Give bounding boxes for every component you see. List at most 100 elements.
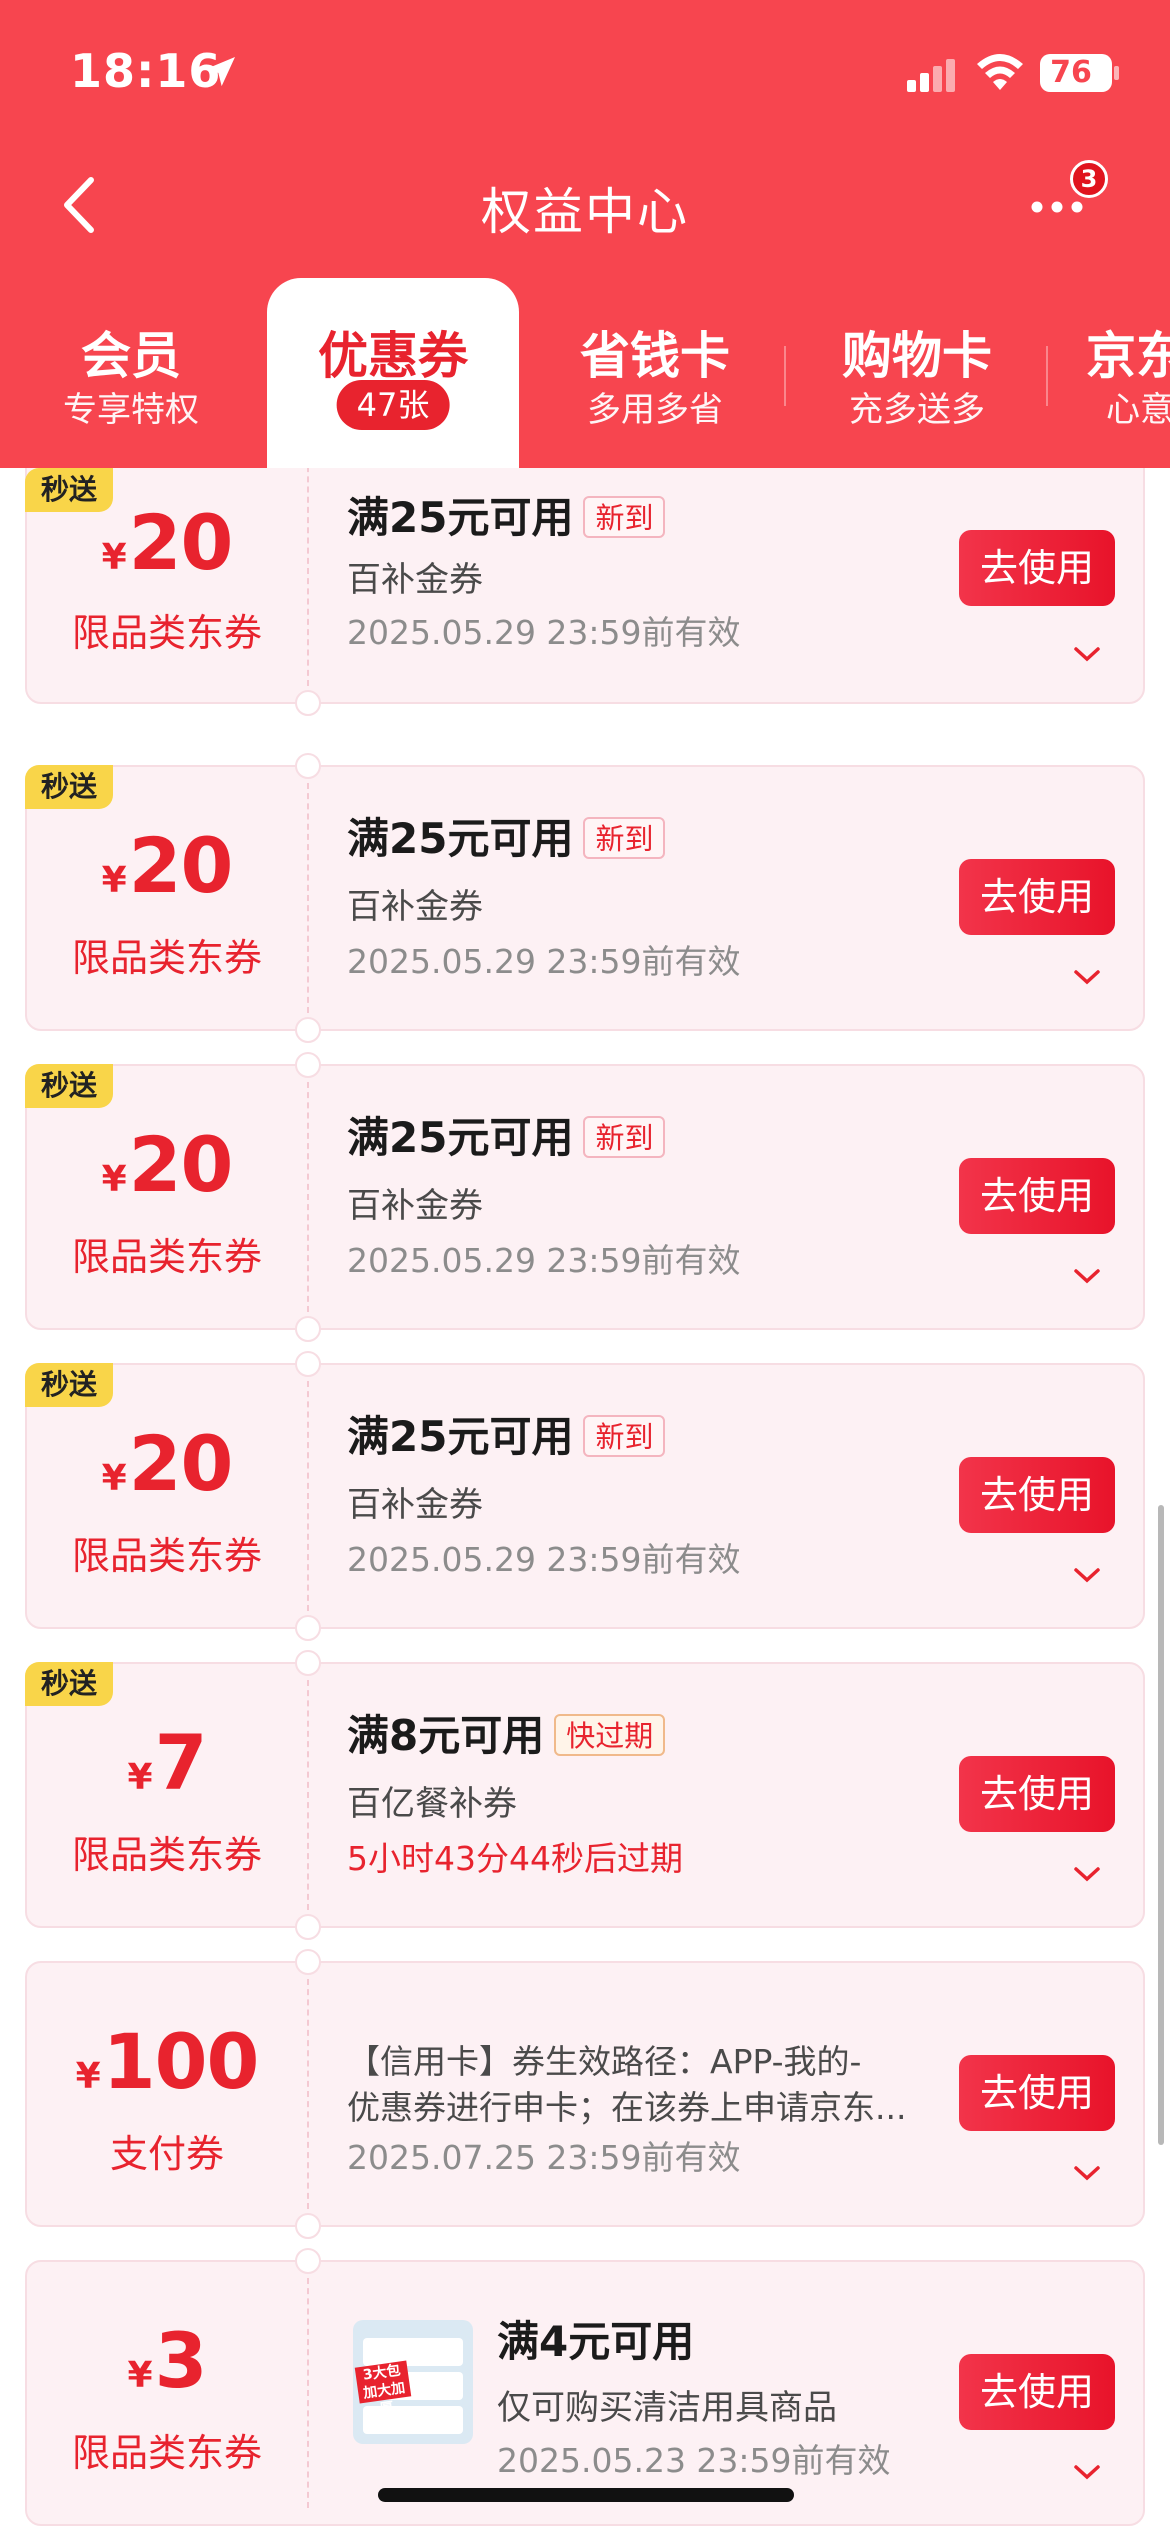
coupon-name: 百亿餐补券 <box>347 1784 517 1824</box>
tab-member[interactable]: 会员 专享特权 <box>0 278 262 468</box>
new-badge: 新到 <box>583 495 666 538</box>
chevron-down-icon[interactable] <box>1073 2464 1101 2480</box>
coupon-card[interactable]: ¥3 限品类东券 3大包 加大加厚 满4元可用 仅可购买清洁用具商品 2025.… <box>25 2248 1145 2526</box>
more-icon[interactable] <box>1030 200 1084 214</box>
coupon-info: 满25元可用 新到 百补金券 2025.05.29 23:59前有效 去使用 <box>327 767 1143 1029</box>
coupon-amount: ¥20 <box>27 498 307 587</box>
product-thumbnail[interactable]: 3大包 加大加厚 <box>353 2320 473 2444</box>
expiring-badge: 快过期 <box>554 1713 666 1756</box>
coupon-card[interactable]: 秒送 ¥20 限品类东券 满25元可用 新到 百补金券 2025.05.29 23… <box>25 1052 1145 1342</box>
coupon-type: 限品类东券 <box>71 936 262 980</box>
coupon-validity: 2025.05.23 23:59前有效 <box>497 2441 891 2480</box>
amount-number: 20 <box>128 1419 234 1508</box>
coupon-info: 3大包 加大加厚 满4元可用 仅可购买清洁用具商品 2025.05.23 23:… <box>327 2262 1143 2524</box>
coupon-validity: 2025.05.29 23:59前有效 <box>347 942 741 981</box>
coupon-condition: 满8元可用 快过期 <box>347 1702 666 1763</box>
coupon-condition: 满25元可用 新到 <box>347 1104 666 1165</box>
tab-shopping-title: 购物卡 <box>842 327 992 385</box>
tab-jd-sub: 心意 <box>1106 390 1170 430</box>
header-bar: 18:16 76 权益中心 3 会员 专享特权 优惠券 47张 省钱卡 多用多省… <box>0 0 1170 468</box>
chevron-down-icon[interactable] <box>1073 646 1101 662</box>
condition-text: 满25元可用 <box>347 493 574 542</box>
battery-level: 76 <box>1050 55 1092 90</box>
chevron-down-icon[interactable] <box>1073 2165 1101 2181</box>
battery-cap <box>1114 66 1119 80</box>
amount-number: 20 <box>128 1120 234 1209</box>
coupon-validity: 2025.05.29 23:59前有效 <box>347 1540 741 1579</box>
description-line: 优惠券进行申卡；在该券上申请京东... <box>347 2088 907 2127</box>
coupon-card[interactable]: 秒送 ¥20 限品类东券 满25元可用 新到 百补金券 2025.05.29 23… <box>25 753 1145 1043</box>
home-indicator[interactable] <box>378 2488 794 2502</box>
coupon-validity: 2025.05.29 23:59前有效 <box>347 613 741 652</box>
tab-savings-sub: 多用多省 <box>587 390 723 430</box>
use-button[interactable]: 去使用 <box>959 1756 1115 1832</box>
yen-symbol: ¥ <box>101 1159 127 1200</box>
use-button[interactable]: 去使用 <box>959 1457 1115 1533</box>
coupon-value: 秒送 ¥7 限品类东券 <box>25 1662 307 1926</box>
product-label: 3大包 加大加厚 <box>354 2360 412 2418</box>
coupon-divider <box>307 783 309 1013</box>
use-button[interactable]: 去使用 <box>959 530 1115 606</box>
condition-text: 满25元可用 <box>347 1113 574 1162</box>
tab-jd[interactable]: 京东 心意 <box>1048 278 1170 468</box>
product-pack <box>363 2406 463 2434</box>
coupon-countdown: 5小时43分44秒后过期 <box>347 1839 683 1878</box>
tab-coupons[interactable]: 优惠券 47张 <box>267 278 519 468</box>
amount-number: 20 <box>128 498 234 587</box>
use-button[interactable]: 去使用 <box>959 859 1115 935</box>
coupon-type: 限品类东券 <box>71 1534 262 1578</box>
tab-savings-card[interactable]: 省钱卡 多用多省 <box>524 278 786 468</box>
coupon-card[interactable]: 秒送 ¥20 限品类东券 满25元可用 新到 百补金券 2025.05.29 23… <box>25 1351 1145 1641</box>
coupon-value: ¥100 支付券 <box>27 1963 307 2225</box>
amount-number: 20 <box>128 821 234 910</box>
coupon-list[interactable]: 秒送 ¥20 限品类东券 满25元可用 新到 百补金券 2025.05.29 23… <box>0 468 1170 2532</box>
tab-savings-title: 省钱卡 <box>580 327 730 385</box>
coupon-amount: ¥7 <box>27 1718 307 1807</box>
chevron-down-icon[interactable] <box>1073 1268 1101 1284</box>
coupon-value: ¥3 限品类东券 <box>27 2262 307 2524</box>
yen-symbol: ¥ <box>101 1458 127 1499</box>
miaosong-tag: 秒送 <box>25 1662 113 1706</box>
coupon-info: 满25元可用 新到 百补金券 2025.05.29 23:59前有效 去使用 <box>327 468 1143 702</box>
new-badge: 新到 <box>583 1115 666 1158</box>
coupon-value: 秒送 ¥20 限品类东券 <box>25 765 307 1029</box>
tab-shopping-card[interactable]: 购物卡 充多送多 <box>786 278 1048 468</box>
coupon-card[interactable]: 秒送 ¥20 限品类东券 满25元可用 新到 百补金券 2025.05.29 23… <box>25 468 1145 716</box>
coupon-validity: 2025.05.29 23:59前有效 <box>347 1241 741 1280</box>
miaosong-tag: 秒送 <box>25 765 113 809</box>
use-button[interactable]: 去使用 <box>959 1158 1115 1234</box>
wifi-icon <box>977 54 1023 90</box>
coupon-info: 满8元可用 快过期 百亿餐补券 5小时43分44秒后过期 去使用 <box>327 1664 1143 1926</box>
chevron-down-icon[interactable] <box>1073 1866 1101 1882</box>
coupon-type: 限品类东券 <box>71 1833 262 1877</box>
coupon-type: 支付券 <box>109 2132 224 2176</box>
location-arrow-icon <box>205 57 235 87</box>
chevron-down-icon[interactable] <box>1073 969 1101 985</box>
coupon-divider <box>307 468 309 686</box>
coupon-info: 满25元可用 新到 百补金券 2025.05.29 23:59前有效 去使用 <box>327 1066 1143 1328</box>
coupon-card[interactable]: ¥100 支付券 【信用卡】券生效路径：APP-我的- 优惠券进行申卡；在该券上… <box>25 1949 1145 2239</box>
coupon-info: 满25元可用 新到 百补金券 2025.05.29 23:59前有效 去使用 <box>327 1365 1143 1627</box>
condition-text: 满25元可用 <box>347 1412 574 1461</box>
use-button[interactable]: 去使用 <box>959 2354 1115 2430</box>
coupon-condition: 满25元可用 新到 <box>347 1403 666 1464</box>
coupon-divider <box>307 1680 309 1910</box>
amount-number: 7 <box>154 1718 208 1807</box>
battery-icon: 76 <box>1040 54 1112 92</box>
coupon-type: 限品类东券 <box>71 611 262 655</box>
coupon-validity: 2025.07.25 23:59前有效 <box>347 2138 741 2177</box>
miaosong-tag: 秒送 <box>25 1064 113 1108</box>
tab-member-title: 会员 <box>81 327 181 385</box>
yen-symbol: ¥ <box>75 2056 101 2097</box>
tab-coupons-title: 优惠券 <box>318 327 468 385</box>
coupon-divider <box>307 1381 309 1611</box>
new-badge: 新到 <box>583 816 666 859</box>
coupon-value: 秒送 ¥20 限品类东券 <box>25 468 307 702</box>
scrollbar[interactable] <box>1158 1505 1164 2145</box>
condition-text: 满8元可用 <box>347 1711 545 1760</box>
coupon-card[interactable]: 秒送 ¥7 限品类东券 满8元可用 快过期 百亿餐补券 5小时43分44秒后过期 … <box>25 1650 1145 1940</box>
chevron-down-icon[interactable] <box>1073 1567 1101 1583</box>
coupon-type: 限品类东券 <box>71 2431 262 2475</box>
amount-number: 3 <box>154 2316 208 2405</box>
use-button[interactable]: 去使用 <box>959 2055 1115 2131</box>
